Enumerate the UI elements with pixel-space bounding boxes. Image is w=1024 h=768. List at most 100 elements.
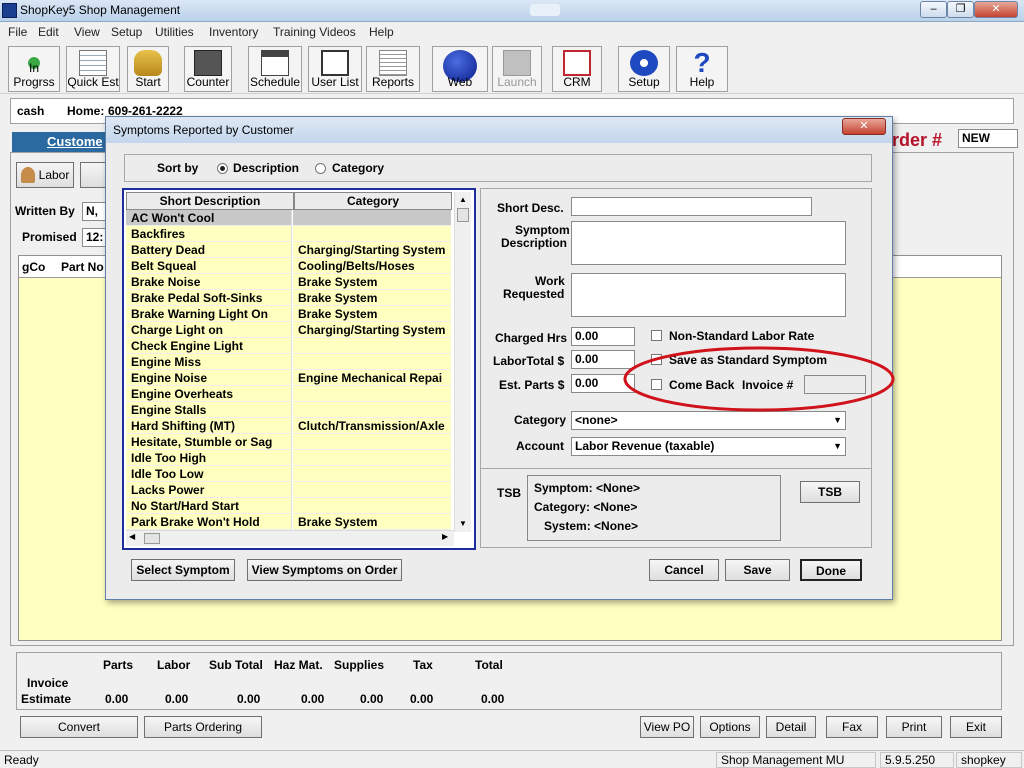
options-button[interactable]: Options	[700, 716, 760, 738]
quick-est-button[interactable]: Quick Est	[66, 46, 120, 92]
account-value: Labor Revenue (taxable)	[575, 439, 715, 453]
col-category[interactable]: Category	[294, 192, 452, 210]
view-po-button[interactable]: View PO	[640, 716, 694, 738]
parts-button[interactable]	[80, 162, 106, 188]
account-select[interactable]: Labor Revenue (taxable) ▼	[571, 437, 846, 456]
symptom-row[interactable]: Hard Shifting (MT) Clutch/Transmission/Ax…	[126, 418, 451, 434]
fax-button[interactable]: Fax	[826, 716, 878, 738]
horizontal-scrollbar[interactable]: ◀ ▶	[126, 530, 454, 546]
symptom-row[interactable]: Hesitate, Stumble or Sag	[126, 434, 451, 450]
symptom-row[interactable]: Charge Light on Charging/Starting System	[126, 322, 451, 338]
row-label-invoice: Invoice	[27, 676, 69, 690]
symptom-row[interactable]: Brake Noise Brake System	[126, 274, 451, 290]
symptom-row[interactable]: Brake Warning Light On Brake System	[126, 306, 451, 322]
symptom-row[interactable]: Check Engine Light	[126, 338, 451, 354]
symptom-row[interactable]: Belt Squeal Cooling/Belts/Hoses	[126, 258, 451, 274]
maximize-button[interactable]: ❐	[947, 1, 974, 18]
symptom-desc-cell: Check Engine Light	[126, 338, 292, 354]
symptom-row[interactable]: No Start/Hard Start	[126, 498, 451, 514]
total-parts: 0.00	[105, 692, 129, 706]
symptoms-dialog: Symptoms Reported by Customer ✕ Sort by …	[105, 116, 895, 600]
tsb-button[interactable]: TSB	[800, 481, 860, 503]
print-button[interactable]: Print	[886, 716, 942, 738]
symptom-row[interactable]: Brake Pedal Soft-Sinks Brake System	[126, 290, 451, 306]
menu-file[interactable]: File	[8, 25, 27, 39]
detail-button[interactable]: Detail	[766, 716, 816, 738]
symptom-description-textarea[interactable]	[571, 221, 846, 265]
symptom-desc-cell: Idle Too Low	[126, 466, 292, 482]
order-number-field[interactable]: NEW	[958, 129, 1018, 148]
in-progress-button[interactable]: In Progrss	[8, 46, 60, 92]
symptom-row[interactable]: Park Brake Won't Hold Brake System	[126, 514, 451, 530]
save-button[interactable]: Save	[725, 559, 790, 581]
view-symptoms-button[interactable]: View Symptoms on Order	[247, 559, 402, 581]
col-part-no: Part No	[61, 260, 104, 274]
symptom-row[interactable]: Lacks Power	[126, 482, 451, 498]
launch-button[interactable]: Launch	[492, 46, 542, 92]
setup-button[interactable]: Setup	[618, 46, 670, 92]
convert-button[interactable]: Convert	[20, 716, 138, 738]
symptom-row[interactable]: Engine Stalls	[126, 402, 451, 418]
symptom-category-cell	[293, 498, 451, 514]
menu-help[interactable]: Help	[369, 25, 394, 39]
web-button[interactable]: Web	[432, 46, 488, 92]
menu-edit[interactable]: Edit	[38, 25, 59, 39]
counter-button[interactable]: Counter	[184, 46, 232, 92]
register-icon	[194, 50, 222, 76]
symptom-row[interactable]: Engine Miss	[126, 354, 451, 370]
menu-utilities[interactable]: Utilities	[155, 25, 194, 39]
symptom-row[interactable]: Backfires	[126, 226, 451, 242]
menu-setup[interactable]: Setup	[111, 25, 142, 39]
customer-tab[interactable]: Custome	[12, 132, 112, 152]
help-button[interactable]: ? Help	[676, 46, 728, 92]
symptom-list[interactable]: Short Description Category AC Won't Cool…	[122, 188, 476, 550]
h-scroll-thumb[interactable]	[144, 533, 160, 544]
scroll-down-arrow[interactable]: ▼	[455, 516, 471, 532]
short-desc-input[interactable]	[571, 197, 812, 216]
category-value: <none>	[575, 413, 618, 427]
minimize-button[interactable]: –	[920, 1, 947, 18]
tsb-info-box: Symptom: <None> Category: <None> System:…	[527, 475, 781, 541]
total-subtotal: 0.00	[237, 692, 261, 706]
symptom-row[interactable]: Engine Noise Engine Mechanical Repai	[126, 370, 451, 386]
done-button[interactable]: Done	[800, 559, 862, 581]
menu-training-videos[interactable]: Training Videos	[273, 25, 356, 39]
close-button[interactable]: ✕	[974, 1, 1018, 18]
user-list-button[interactable]: User List	[308, 46, 362, 92]
dialog-title-bar: Symptoms Reported by Customer ✕	[106, 117, 892, 143]
col-short-description[interactable]: Short Description	[126, 192, 294, 210]
reports-button[interactable]: Reports	[366, 46, 420, 92]
sort-category-radio[interactable]	[315, 163, 326, 174]
dialog-close-button[interactable]: ✕	[842, 118, 886, 135]
window-title: ShopKey5 Shop Management	[20, 3, 181, 17]
symptom-desc-cell: No Start/Hard Start	[126, 498, 292, 514]
cancel-button[interactable]: Cancel	[649, 559, 719, 581]
parts-ordering-button[interactable]: Parts Ordering	[144, 716, 262, 738]
scroll-right-arrow[interactable]: ▶	[442, 532, 448, 541]
symptom-row[interactable]: Battery Dead Charging/Starting System	[126, 242, 451, 258]
start-button[interactable]: Start	[127, 46, 169, 92]
crm-button[interactable]: CRM	[552, 46, 602, 92]
dialog-title: Symptoms Reported by Customer	[113, 123, 294, 137]
vertical-scrollbar[interactable]: ▲ ▼	[454, 192, 471, 532]
select-symptom-button[interactable]: Select Symptom	[131, 559, 235, 581]
total-supplies: 0.00	[360, 692, 384, 706]
scroll-thumb[interactable]	[457, 208, 469, 222]
menu-view[interactable]: View	[74, 25, 100, 39]
symptom-row[interactable]: Engine Overheats	[126, 386, 451, 402]
scroll-up-arrow[interactable]: ▲	[455, 192, 471, 208]
sort-description-label[interactable]: Description	[233, 161, 299, 175]
schedule-button[interactable]: Schedule	[248, 46, 302, 92]
scroll-left-arrow[interactable]: ◀	[129, 532, 135, 541]
sort-description-radio[interactable]	[217, 163, 228, 174]
non-standard-labor-checkbox[interactable]	[651, 330, 662, 341]
symptom-row[interactable]: AC Won't Cool	[126, 210, 451, 226]
labor-button[interactable]: Labor	[16, 162, 74, 188]
work-requested-textarea[interactable]	[571, 273, 846, 317]
sort-category-label[interactable]: Category	[332, 161, 384, 175]
exit-button[interactable]: Exit	[950, 716, 1002, 738]
menu-inventory[interactable]: Inventory	[209, 25, 258, 39]
symptom-row[interactable]: Idle Too Low	[126, 466, 451, 482]
non-standard-labor-label[interactable]: Non-Standard Labor Rate	[669, 329, 814, 343]
symptom-row[interactable]: Idle Too High	[126, 450, 451, 466]
